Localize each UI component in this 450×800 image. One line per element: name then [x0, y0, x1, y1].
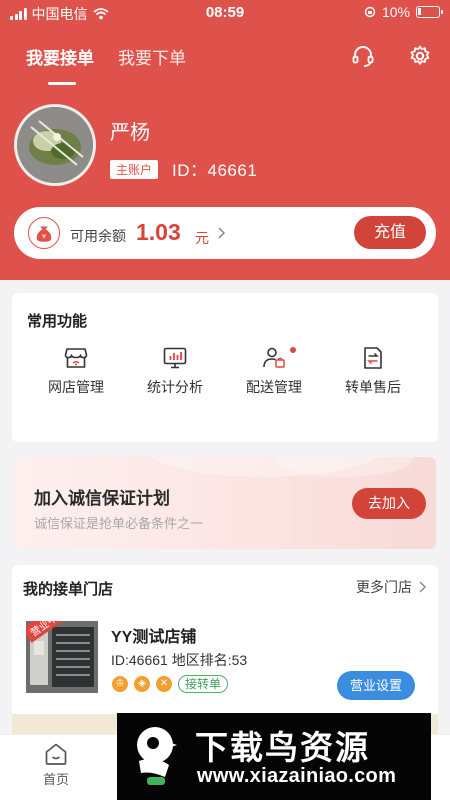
store-thumbnail[interactable]: 营业中 — [26, 621, 98, 693]
bird-logo-icon — [137, 727, 177, 785]
func-store-management[interactable]: 网店管理 — [26, 345, 126, 401]
tools-badge-icon: ✕ — [156, 676, 172, 692]
integrity-promo-banner[interactable]: 加入诚信保证计划 诚信保证是抢单必备条件之一 去加入 — [14, 457, 436, 549]
header-tabs: 我要接单 我要下单 — [26, 44, 186, 85]
balance-value: 1.03 — [136, 219, 181, 245]
common-functions-title: 常用功能 — [27, 313, 88, 330]
balance-label: 可用余额 — [70, 228, 126, 244]
more-stores-link[interactable]: 更多门店 — [356, 577, 428, 597]
chevron-right-icon — [218, 227, 226, 239]
user-id: ID：46661 — [172, 161, 258, 180]
balance-bar[interactable]: ¥ 可用余额 1.03 元 充值 — [14, 207, 436, 259]
avatar-image — [17, 107, 93, 183]
status-right: 10% — [364, 4, 443, 20]
my-stores-card: 我的接单门店 更多门店 营业中 YY测试店铺 ID:46661 地区排名:53 … — [12, 565, 438, 725]
tab-place-orders[interactable]: 我要下单 — [118, 44, 186, 69]
store-badges: ♔ ◈ ✕ 接转单 — [112, 675, 229, 693]
battery-percent: 10% — [381, 4, 410, 20]
transfer-orders-badge: 接转单 — [178, 675, 229, 693]
func-label: 转单售后 — [345, 379, 401, 395]
common-functions-card: 常用功能 网店管理 统计分析 配送管理 转单售后 — [12, 293, 438, 442]
tab-home[interactable]: 首页 — [28, 741, 84, 788]
home-icon — [45, 743, 67, 765]
orientation-lock-icon — [364, 6, 376, 18]
more-stores-label: 更多门店 — [356, 579, 412, 595]
tab-home-label: 首页 — [42, 772, 69, 787]
user-name: 严杨 — [110, 122, 150, 144]
recharge-button[interactable]: 充值 — [354, 216, 426, 249]
store-meta: ID:46661 地区排名:53 — [111, 652, 248, 668]
chart-monitor-icon — [163, 347, 187, 369]
delivery-person-icon — [263, 347, 285, 368]
store-name: YY测试店铺 — [111, 629, 197, 646]
watermark-overlay: 下载鸟资源 www.xiazainiao.com — [117, 713, 431, 800]
promo-subtitle: 诚信保证是抢单必备条件之一 — [34, 516, 204, 531]
shield-badge-icon: ◈ — [134, 676, 150, 692]
promo-title: 加入诚信保证计划 — [34, 489, 170, 508]
func-label: 配送管理 — [246, 379, 302, 395]
watermark-url: www.xiazainiao.com — [197, 765, 397, 787]
crown-badge-icon: ♔ — [112, 676, 128, 692]
join-button[interactable]: 去加入 — [352, 488, 426, 519]
transfer-icon — [364, 347, 382, 369]
headset-icon[interactable] — [351, 44, 375, 68]
func-label: 网店管理 — [48, 379, 104, 395]
business-settings-button[interactable]: 营业设置 — [337, 671, 415, 700]
balance-unit: 元 — [195, 230, 209, 246]
func-transfer-aftersale[interactable]: 转单售后 — [323, 345, 423, 401]
avatar[interactable] — [14, 104, 96, 186]
header-panel: 中国电信 08:59 10% 我要接单 我要下单 严杨 主账户 ID：46661… — [0, 0, 450, 280]
battery-icon — [416, 6, 443, 18]
my-stores-title: 我的接单门店 — [23, 581, 114, 598]
gear-icon[interactable] — [408, 44, 432, 68]
account-type-badge: 主账户 — [110, 160, 159, 179]
func-label: 统计分析 — [147, 379, 203, 395]
watermark-title: 下载鸟资源 — [195, 729, 370, 766]
notification-dot — [290, 347, 296, 353]
money-bag-icon: ¥ — [28, 217, 60, 249]
tab-take-orders[interactable]: 我要接单 — [26, 44, 94, 85]
svg-text:¥: ¥ — [42, 233, 46, 241]
status-bar: 中国电信 08:59 10% — [0, 0, 450, 26]
func-statistics[interactable]: 统计分析 — [125, 345, 225, 401]
func-delivery[interactable]: 配送管理 — [224, 345, 324, 401]
store-icon — [64, 348, 88, 368]
chevron-right-icon — [419, 581, 426, 593]
